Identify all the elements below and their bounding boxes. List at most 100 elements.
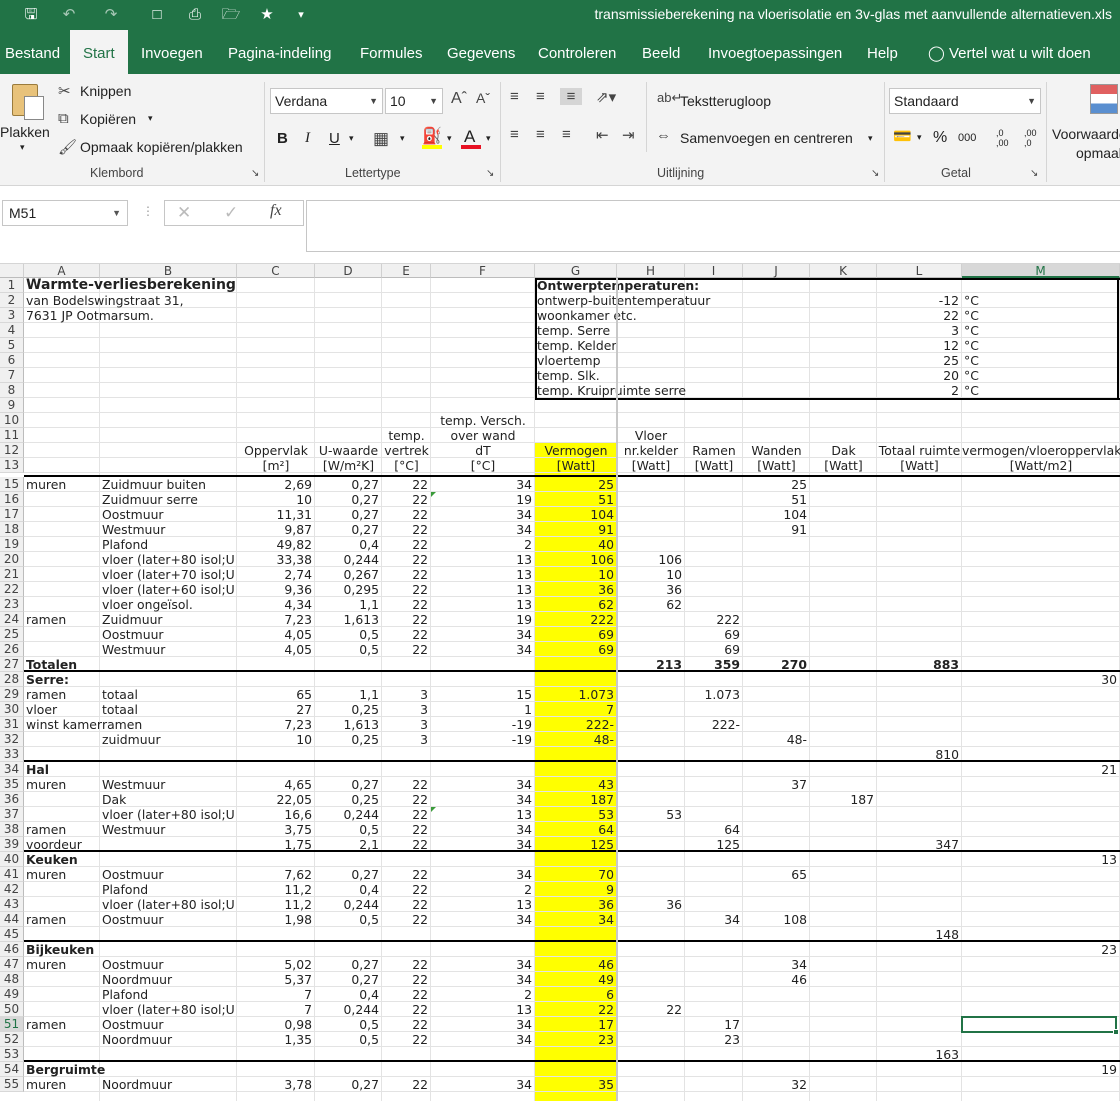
row-header-22[interactable]: 22 (0, 582, 24, 597)
percent-button[interactable]: % (933, 129, 947, 147)
fill-dropdown-icon[interactable]: ▾ (447, 133, 452, 144)
align-left-icon[interactable]: ≡ (510, 126, 519, 143)
cell-b44[interactable]: Oostmuur (100, 912, 237, 927)
row-header-18[interactable]: 18 (0, 522, 24, 537)
active-cell-selection[interactable] (961, 1016, 1119, 1035)
row-header-38[interactable]: 38 (0, 822, 24, 837)
cell-i12[interactable]: Ramen (685, 443, 743, 458)
cell-d52[interactable]: 0,5 (315, 1032, 382, 1047)
cell-m6[interactable]: °C (962, 353, 1120, 368)
column-header-g[interactable]: G (535, 264, 617, 278)
font-name-select[interactable]: Verdana ▼ (270, 88, 383, 114)
cell-c26[interactable]: 4,05 (237, 642, 315, 657)
cell-a55[interactable]: muren (24, 1077, 100, 1092)
cell-m3[interactable]: °C (962, 308, 1120, 323)
cell-l2[interactable]: -12 (877, 293, 962, 308)
cell-d44[interactable]: 0,5 (315, 912, 382, 927)
cell-f19[interactable]: 2 (431, 537, 535, 552)
cell-f35[interactable]: 34 (431, 777, 535, 792)
orientation-icon[interactable]: ⇗▾ (596, 88, 616, 106)
cell-b30[interactable]: totaal (100, 702, 237, 717)
cell-f15[interactable]: 34 (431, 477, 535, 492)
cell-g4[interactable]: temp. Serre (535, 323, 617, 338)
cell-c15[interactable]: 2,69 (237, 477, 315, 492)
cell-e26[interactable]: 22 (382, 642, 431, 657)
borders-dropdown-icon[interactable]: ▾ (400, 133, 405, 144)
row-header-32[interactable]: 32 (0, 732, 24, 747)
cell-d18[interactable]: 0,27 (315, 522, 382, 537)
cell-b36[interactable]: Dak (100, 792, 237, 807)
cell-h13[interactable]: [Watt] (617, 458, 685, 473)
cell-b42[interactable]: Plafond (100, 882, 237, 897)
cell-j17[interactable]: 104 (743, 507, 810, 522)
cell-d42[interactable]: 0,4 (315, 882, 382, 897)
copy-button[interactable]: Kopiëren (80, 111, 136, 127)
row-header-16[interactable]: 16 (0, 492, 24, 507)
cell-g6[interactable]: vloertemp (535, 353, 617, 368)
dialog-launcher-icon[interactable]: ↘ (251, 168, 259, 179)
cell-f21[interactable]: 13 (431, 567, 535, 582)
cell-d50[interactable]: 0,244 (315, 1002, 382, 1017)
borders-icon[interactable]: ▦ (373, 129, 389, 149)
cell-b24[interactable]: Zuidmuur (100, 612, 237, 627)
cell-j15[interactable]: 25 (743, 477, 810, 492)
row-header-28[interactable]: 28 (0, 672, 24, 687)
cell-d12[interactable]: U-waarde (315, 443, 382, 458)
column-header-a[interactable]: A (24, 264, 100, 278)
decrease-indent-icon[interactable]: ⇤ (596, 126, 609, 144)
tab-gegevens[interactable]: Gegevens (447, 30, 515, 74)
cell-h21[interactable]: 10 (617, 567, 685, 582)
cell-a38[interactable]: ramen (24, 822, 100, 837)
cell-f16[interactable]: 19 (431, 492, 535, 507)
currency-dropdown-icon[interactable]: ▾ (917, 132, 922, 143)
tab-help[interactable]: Help (867, 30, 898, 74)
cell-a3[interactable]: 7631 JP Ootmarsum. (24, 308, 154, 323)
cell-g43[interactable]: 36 (535, 897, 617, 912)
cell-b29[interactable]: totaal (100, 687, 237, 702)
cell-l4[interactable]: 3 (877, 323, 962, 338)
cell-g18[interactable]: 91 (535, 522, 617, 537)
cell-g2[interactable]: ontwerp-buitentemperatuur (535, 293, 710, 308)
cell-b18[interactable]: Westmuur (100, 522, 237, 537)
cell-a28[interactable]: Serre: (24, 672, 100, 687)
cell-c31[interactable]: 7,23 (237, 717, 315, 732)
new-file-icon[interactable]: □ (146, 4, 168, 26)
row-header-41[interactable]: 41 (0, 867, 24, 882)
row-header-21[interactable]: 21 (0, 567, 24, 582)
cell-k12[interactable]: Dak (810, 443, 877, 458)
cell-b21[interactable]: vloer (later+70 isol;U (100, 567, 237, 582)
cell-b17[interactable]: Oostmuur (100, 507, 237, 522)
cell-m54[interactable]: 19 (962, 1062, 1120, 1077)
cell-i25[interactable]: 69 (685, 627, 743, 642)
cell-f26[interactable]: 34 (431, 642, 535, 657)
cell-l5[interactable]: 12 (877, 338, 962, 353)
cell-g55[interactable]: 35 (535, 1077, 617, 1092)
cell-c50[interactable]: 7 (237, 1002, 315, 1017)
cell-g42[interactable]: 9 (535, 882, 617, 897)
cell-l6[interactable]: 25 (877, 353, 962, 368)
cell-a31[interactable]: winst kamer (24, 717, 102, 732)
align-top-icon[interactable]: ≡ (510, 88, 519, 105)
cell-i24[interactable]: 222 (685, 612, 743, 627)
cell-d19[interactable]: 0,4 (315, 537, 382, 552)
cell-c55[interactable]: 3,78 (237, 1077, 315, 1092)
row-header-50[interactable]: 50 (0, 1002, 24, 1017)
cell-h11[interactable]: Vloer (617, 428, 685, 443)
cancel-icon[interactable]: ✕ (177, 203, 191, 223)
cell-b50[interactable]: vloer (later+80 isol;U (100, 1002, 237, 1017)
row-header-54[interactable]: 54 (0, 1062, 24, 1077)
row-header-35[interactable]: 35 (0, 777, 24, 792)
cell-e38[interactable]: 22 (382, 822, 431, 837)
cell-c23[interactable]: 4,34 (237, 597, 315, 612)
row-header-55[interactable]: 55 (0, 1077, 24, 1092)
tell-me-search[interactable]: ◯ Vertel wat u wilt doen (928, 30, 1091, 74)
underline-button[interactable]: U (329, 130, 340, 147)
dialog-launcher-icon[interactable]: ↘ (1030, 168, 1038, 179)
cell-a47[interactable]: muren (24, 957, 100, 972)
cell-g52[interactable]: 23 (535, 1032, 617, 1047)
cell-e47[interactable]: 22 (382, 957, 431, 972)
tab-invoegen[interactable]: Invoegen (141, 30, 203, 74)
decrease-decimal-button[interactable]: ,00 ,0 (1024, 128, 1042, 148)
cell-g23[interactable]: 62 (535, 597, 617, 612)
print-icon[interactable]: ⎙ (184, 4, 206, 26)
